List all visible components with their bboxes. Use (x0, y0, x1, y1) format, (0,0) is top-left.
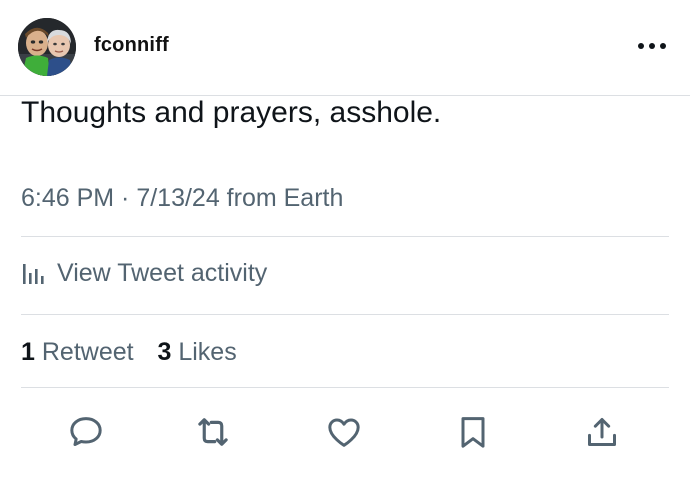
avatar-image (18, 18, 76, 76)
tweet-detail-page: fconniff Thoughts and prayers, asshole. … (0, 0, 690, 484)
more-dots-icon (638, 43, 666, 49)
avatar[interactable] (18, 18, 76, 76)
likes-stat[interactable]: 3 Likes (157, 338, 236, 366)
divider (21, 314, 669, 315)
likes-label: Likes (178, 338, 237, 366)
reply-button[interactable] (64, 410, 108, 454)
view-tweet-activity-link[interactable]: View Tweet activity (21, 255, 267, 291)
engagement-stats: 1 Retweet 3 Likes (21, 337, 237, 367)
like-button[interactable] (322, 410, 366, 454)
divider (21, 236, 669, 237)
more-options-button[interactable] (630, 28, 674, 64)
heart-icon (328, 418, 360, 447)
tweet-text: Thoughts and prayers, asshole. (21, 96, 442, 129)
share-upload-icon (588, 418, 616, 446)
retweet-arrows-icon (198, 418, 228, 446)
retweets-stat[interactable]: 1 Retweet (21, 338, 134, 366)
bookmark-button[interactable] (451, 410, 495, 454)
likes-count: 3 (157, 338, 172, 366)
divider (21, 387, 669, 388)
activity-label: View Tweet activity (57, 258, 268, 287)
speech-bubble-icon (70, 417, 102, 446)
author-username[interactable]: fconniff (94, 34, 169, 57)
bar-chart-icon (23, 264, 44, 284)
share-button[interactable] (580, 410, 624, 454)
tweet-timestamp: 6:46 PM · 7/13/24 from Earth (21, 184, 344, 212)
retweets-count: 1 (21, 338, 35, 366)
retweets-label: Retweet (41, 338, 134, 366)
retweet-button[interactable] (191, 410, 235, 454)
bookmark-icon (461, 417, 485, 448)
tweet-header: fconniff (0, 0, 690, 96)
